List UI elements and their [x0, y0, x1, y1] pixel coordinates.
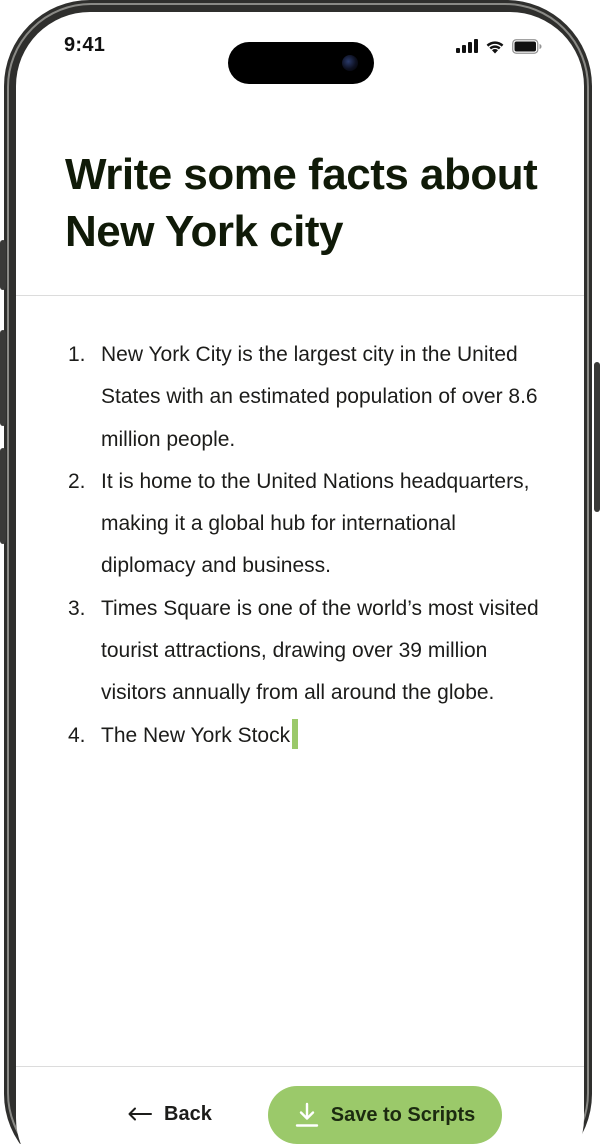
list-item-text: It is home to the United Nations headqua…: [101, 469, 536, 578]
footer-divider: [16, 1066, 584, 1067]
download-icon: [295, 1102, 318, 1127]
back-button[interactable]: Back: [128, 1099, 212, 1129]
volume-down-button: [0, 448, 6, 544]
dynamic-island: [228, 42, 374, 84]
cellular-signal-icon: [456, 39, 478, 53]
battery-icon: [512, 38, 542, 54]
page-title: Write some facts about New York city: [65, 150, 538, 256]
screen: 9:41 Write some facts about New York cit…: [16, 12, 584, 1144]
arrow-left-icon: [128, 1107, 152, 1121]
status-icons: [456, 36, 542, 56]
title-divider: [16, 295, 584, 296]
power-button: [594, 362, 600, 512]
list-item: 1. New York City is the largest city in …: [68, 334, 548, 461]
list-item: 2. It is home to the United Nations head…: [68, 461, 548, 588]
text-cursor: [292, 719, 299, 750]
list-item-text-active: The New York Stock: [101, 715, 548, 757]
back-button-label: Back: [164, 1102, 212, 1125]
list-item-number: 3.: [68, 596, 86, 620]
front-camera-icon: [342, 55, 358, 71]
list-item-number: 4.: [68, 723, 86, 747]
save-to-scripts-button[interactable]: Save to Scripts: [268, 1086, 502, 1144]
action-button: [0, 240, 6, 290]
facts-editor[interactable]: 1. New York City is the largest city in …: [68, 334, 548, 757]
list-item-text: Times Square is one of the world’s most …: [101, 596, 545, 705]
list-item-text: The New York Stock: [101, 723, 291, 747]
list-item: 4. The New York Stock: [68, 715, 548, 757]
list-item-number: 2.: [68, 469, 86, 493]
volume-up-button: [0, 330, 6, 426]
save-button-label: Save to Scripts: [330, 1103, 476, 1126]
list-item-number: 1.: [68, 343, 86, 366]
list-item-text: New York City is the largest city in the…: [101, 343, 544, 451]
status-time: 9:41: [64, 34, 106, 56]
wifi-icon: [486, 40, 504, 53]
list-item: 3. Times Square is one of the world’s mo…: [68, 588, 548, 715]
